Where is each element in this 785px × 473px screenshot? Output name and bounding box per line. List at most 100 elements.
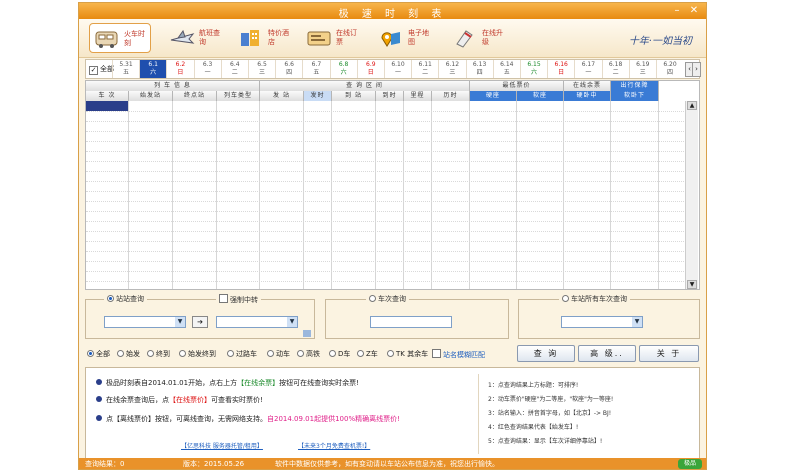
tool-train-schedule[interactable]: 火车时刻 — [89, 23, 151, 53]
close-icon[interactable]: ✕ — [687, 4, 701, 17]
date-tab[interactable]: 6.5 三 — [248, 60, 275, 78]
train-number-label: 车次查询 — [378, 295, 406, 303]
selected-row[interactable] — [86, 101, 129, 111]
date-tab[interactable]: 6.1 六 — [139, 60, 167, 78]
all-trains-radio[interactable]: 车站所有车次查询 — [559, 294, 630, 304]
filter-option[interactable]: 全部 — [87, 349, 110, 359]
filter-label: 动车 — [276, 350, 290, 358]
date-tab-weekday: 三 — [258, 69, 265, 76]
column-header[interactable]: 里程 — [404, 91, 432, 101]
train-number-input[interactable] — [370, 316, 452, 328]
column-header[interactable]: 硬卧中 — [564, 91, 611, 101]
train-result-table[interactable]: 列 车 信 息查 询 区 间最低票价 在线余票 出行保障 车 次始发站 终点站 列车类型… — [85, 80, 700, 290]
date-tab[interactable]: 6.3 一 — [193, 60, 221, 78]
date-tab-date: 6.18 — [608, 61, 623, 68]
train-number-panel: 车次查询 — [325, 294, 509, 339]
about-button[interactable]: 关 于 — [639, 345, 699, 362]
date-tab-weekday: 日 — [367, 69, 374, 76]
to-station-combo[interactable]: ▼ — [216, 316, 298, 328]
ticket-icon — [307, 31, 331, 46]
swap-stations-button[interactable]: ➔ — [192, 316, 208, 328]
filter-option[interactable]: D车 — [329, 349, 350, 359]
chevron-down-icon[interactable]: ▼ — [632, 317, 642, 327]
column-header[interactable]: 到 站 — [332, 91, 376, 101]
date-tab[interactable]: 6.13 四 — [465, 60, 493, 78]
bullet-icon — [96, 396, 102, 402]
filter-option[interactable]: 终到 — [147, 349, 170, 359]
date-tab[interactable]: 6.14 五 — [492, 60, 520, 78]
filter-label: 始发 — [126, 350, 140, 358]
column-header[interactable]: 车 次 — [86, 91, 129, 101]
date-tab[interactable]: 6.7 五 — [302, 60, 329, 78]
tool-label: 火车时刻 — [124, 30, 145, 47]
station-search-radio[interactable]: 站站查询 — [104, 294, 147, 304]
date-tab[interactable]: 6.8 六 — [329, 60, 357, 78]
title-bar[interactable]: 极 速 时 刻 表 – ✕ — [79, 3, 706, 20]
tool-hotel-deals[interactable]: 特价酒店 — [234, 23, 296, 53]
date-tab[interactable]: 6.15 六 — [520, 60, 547, 78]
date-tab[interactable]: 6.16 日 — [547, 60, 574, 78]
advanced-button[interactable]: 高 级.. — [578, 345, 636, 362]
filter-label: 终到 — [156, 350, 170, 358]
tool-online-update[interactable]: 在线升级 — [448, 23, 510, 53]
date-tab-weekday: 日 — [177, 69, 184, 76]
date-tab[interactable]: 6.2 日 — [166, 60, 193, 78]
column-header[interactable]: 软座 — [517, 91, 564, 101]
chevron-down-icon[interactable]: ▼ — [175, 317, 185, 327]
all-dates-checkbox[interactable]: ✓ 全部 — [89, 64, 114, 75]
filter-option[interactable]: Z车 — [357, 349, 378, 359]
tool-flight-search[interactable]: 航班查询 — [165, 23, 227, 53]
from-station-combo[interactable]: ▼ — [104, 316, 186, 328]
date-tab[interactable]: 6.10 一 — [384, 60, 411, 78]
column-header[interactable]: 发时 — [304, 91, 332, 101]
filter-option[interactable]: 高铁 — [297, 349, 320, 359]
tool-electronic-map[interactable]: 电子地图 — [374, 23, 436, 53]
column-header[interactable]: 终点站 — [173, 91, 217, 101]
radio-icon — [369, 295, 376, 302]
date-tab-date: 6.3 — [202, 61, 213, 68]
scroll-down-icon[interactable]: ▼ — [687, 280, 697, 289]
filter-option[interactable]: 动车 — [267, 349, 290, 359]
filter-label: 过路车 — [236, 350, 257, 358]
fuzzy-match-checkbox[interactable]: 站名模糊匹配 — [432, 349, 485, 360]
chevron-down-icon[interactable]: ▼ — [287, 317, 297, 327]
column-header[interactable]: 硬座 — [470, 91, 517, 101]
radio-icon — [267, 350, 274, 357]
date-next-icon[interactable]: › — [692, 62, 701, 77]
bullet-icon — [96, 415, 102, 421]
column-header[interactable]: 列车类型 — [217, 91, 260, 101]
column-header[interactable]: 发 站 — [260, 91, 304, 101]
date-tab[interactable]: 6.4 二 — [220, 60, 248, 78]
query-button[interactable]: 查 询 — [517, 345, 575, 362]
hosting-link[interactable]: 【亿思科技 服务器托管/租用】 — [181, 441, 263, 450]
date-tab[interactable]: 6.9 日 — [356, 60, 384, 78]
scroll-up-icon[interactable]: ▲ — [687, 101, 697, 110]
column-header[interactable]: 始发站 — [129, 91, 173, 101]
date-tab[interactable]: 6.12 三 — [438, 60, 465, 78]
forced-transfer-checkbox[interactable]: 强制中转 — [216, 294, 261, 305]
date-tab[interactable]: 6.18 二 — [601, 60, 629, 78]
column-header[interactable]: 到时 — [376, 91, 404, 101]
date-tab[interactable]: 6.11 二 — [411, 60, 438, 78]
filter-option[interactable]: 始发终到 — [179, 349, 216, 359]
train-number-radio[interactable]: 车次查询 — [366, 294, 409, 304]
table-body[interactable] — [86, 101, 686, 289]
date-tab[interactable]: 6.20 四 — [656, 60, 683, 78]
date-tab[interactable]: 6.6 四 — [275, 60, 302, 78]
date-tab[interactable]: 6.17 一 — [574, 60, 601, 78]
filter-option[interactable]: TK 其余车 — [387, 349, 428, 359]
date-tab-date: 6.5 — [257, 61, 267, 68]
station-combo[interactable]: ▼ — [561, 316, 643, 328]
filter-option[interactable]: 过路车 — [227, 349, 257, 359]
date-tab[interactable]: 5.31 五 — [112, 60, 139, 78]
checkbox-icon — [219, 294, 228, 303]
table-scrollbar[interactable]: ▲ ▼ — [685, 101, 698, 289]
tool-online-booking[interactable]: 在线订票 — [302, 23, 364, 53]
column-header[interactable]: 软卧下 — [611, 91, 659, 101]
flight-deal-link[interactable]: 【未来3个月免费查机票!】 — [298, 441, 370, 450]
minimize-icon[interactable]: – — [670, 4, 684, 17]
plane-icon — [170, 29, 195, 44]
filter-option[interactable]: 始发 — [117, 349, 140, 359]
date-tab[interactable]: 6.19 三 — [628, 60, 656, 78]
column-header[interactable]: 历时 — [432, 91, 470, 101]
